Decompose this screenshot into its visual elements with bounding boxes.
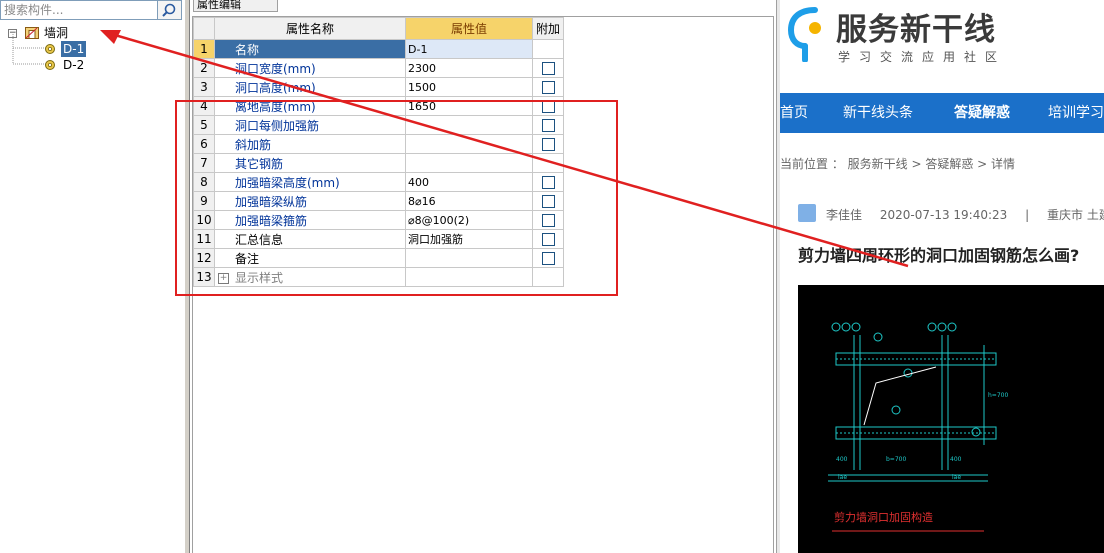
search-button[interactable] (158, 0, 182, 20)
post-datetime: 2020-07-13 19:40:23 (879, 208, 1008, 222)
cad-diagonal-bar (863, 366, 937, 426)
property-name[interactable]: 洞口宽度(mm) (214, 58, 406, 78)
cad-lae-label: laе (952, 474, 961, 481)
cad-caption: 剪力墙洞口加固构造 (834, 510, 933, 524)
header-property-value[interactable]: 属性值 (405, 17, 533, 40)
table-row[interactable]: 3 洞口高度(mm) 1500 (193, 77, 564, 97)
nav-training[interactable]: 培训学习 (1048, 93, 1104, 133)
user-avatar-icon (798, 204, 816, 222)
post-location: 重庆市 土建 (1047, 208, 1104, 222)
cad-callout (851, 322, 861, 332)
cad-callout (873, 332, 883, 342)
extra-cell (532, 39, 564, 59)
logo-title: 服务新干线 (836, 12, 996, 48)
cad-callout (937, 322, 947, 332)
cad-dim-label: h=700 (988, 392, 1008, 399)
cad-callout (927, 322, 937, 332)
tab-property-edit[interactable]: 属性编辑 (193, 0, 278, 12)
cad-callout (947, 322, 957, 332)
table-row[interactable]: 2 洞口宽度(mm) 2300 (193, 58, 564, 78)
table-row[interactable]: 1 名称 D-1 (193, 39, 564, 59)
header-property-name[interactable]: 属性名称 (214, 17, 406, 40)
cad-drawing-image: 400 b=700 400 laе laе h=700 剪力墙洞口加固构造 (798, 285, 1104, 553)
property-name[interactable]: 洞口高度(mm) (214, 77, 406, 97)
meta-separator: | (1025, 208, 1030, 222)
cad-dim-label: 400 (950, 456, 962, 463)
annotation-highlight-box (175, 100, 618, 296)
component-tree-panel (0, 0, 185, 553)
breadcrumb: 当前位置 ： 服务新干线 > 答疑解惑 > 详情 (780, 157, 1015, 171)
cad-dim-label: 400 (836, 456, 848, 463)
property-value[interactable]: 2300 (405, 58, 533, 78)
property-value[interactable]: 1500 (405, 77, 533, 97)
question-title: 剪力墙四周环形的洞口加固钢筋怎么画? (798, 246, 1080, 265)
cad-dim-label: b=700 (886, 456, 906, 463)
header-extra[interactable]: 附加 (532, 17, 564, 40)
gear-icon (45, 44, 55, 54)
row-index: 2 (193, 58, 215, 78)
cad-callout (903, 368, 913, 378)
gear-icon (45, 60, 55, 70)
tree-item-label: D-2 (63, 58, 85, 72)
logo-subtitle: 学习交流应用社区 (838, 50, 1007, 64)
nav-home[interactable]: 首页 (780, 93, 808, 133)
row-index: 1 (193, 39, 215, 59)
row-index: 3 (193, 77, 215, 97)
cad-callout (971, 427, 981, 437)
post-meta: 李佳佳 2020-07-13 19:40:23 | 重庆市 土建 (826, 206, 1104, 223)
search-input[interactable]: 搜索构件... (0, 0, 158, 20)
extra-checkbox[interactable] (541, 81, 555, 94)
nav-headlines[interactable]: 新干线头条 (843, 93, 913, 133)
cad-callout (831, 322, 841, 332)
site-nav: 首页 新干线头条 答疑解惑 培训学习 (780, 93, 1104, 133)
nav-qa[interactable]: 答疑解惑 (954, 93, 1010, 133)
grid-corner (193, 17, 215, 40)
cad-callout (841, 322, 851, 332)
extra-checkbox[interactable] (541, 62, 555, 75)
cad-callout (891, 405, 901, 415)
search-icon (162, 3, 176, 17)
property-value[interactable]: D-1 (405, 39, 533, 59)
author-name[interactable]: 李佳佳 (826, 208, 862, 222)
logo-icon (787, 7, 821, 62)
cad-lae-label: laе (838, 474, 847, 481)
tree-item-label: D-1 (61, 41, 87, 57)
property-name[interactable]: 名称 (214, 39, 406, 59)
